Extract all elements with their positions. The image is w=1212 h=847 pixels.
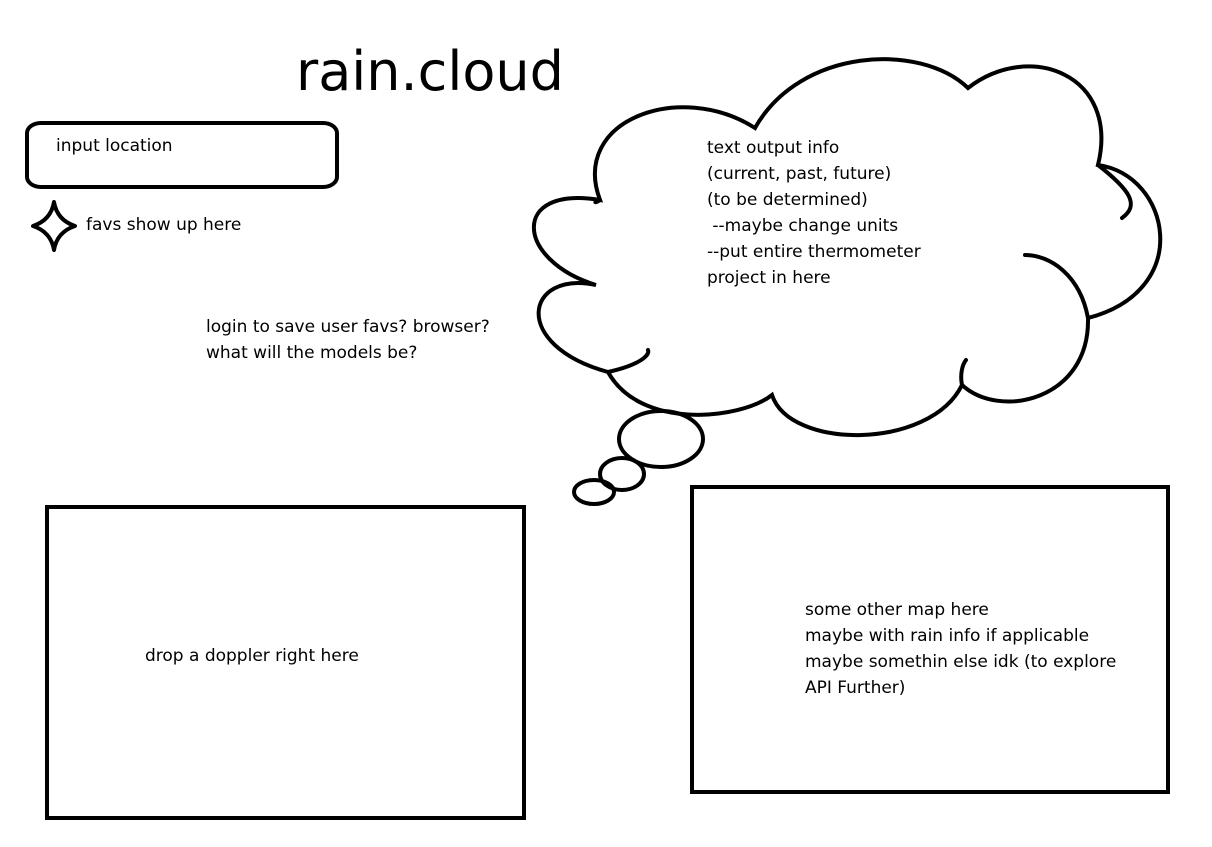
cloud-crease [1096, 163, 1133, 220]
star-icon[interactable] [31, 200, 77, 252]
doppler-panel-text: drop a doppler right here [145, 646, 359, 666]
thought-bubble-small [572, 478, 616, 506]
thought-bubble-medium [598, 456, 646, 492]
favorites-label: favs show up here [86, 215, 242, 235]
design-notes: login to save user favs? browser? what w… [206, 317, 490, 363]
thought-bubble-large [617, 409, 705, 469]
app-title: rain.cloud [296, 40, 564, 103]
cloud-crease [593, 198, 602, 205]
cloud-crease [959, 358, 968, 387]
cloud-crease [1023, 253, 1090, 320]
map-panel-text: some other map here maybe with rain info… [805, 600, 1117, 698]
cloud-crease [606, 348, 651, 374]
location-input[interactable] [25, 121, 339, 189]
weather-output-text: text output info (current, past, future)… [707, 138, 921, 288]
